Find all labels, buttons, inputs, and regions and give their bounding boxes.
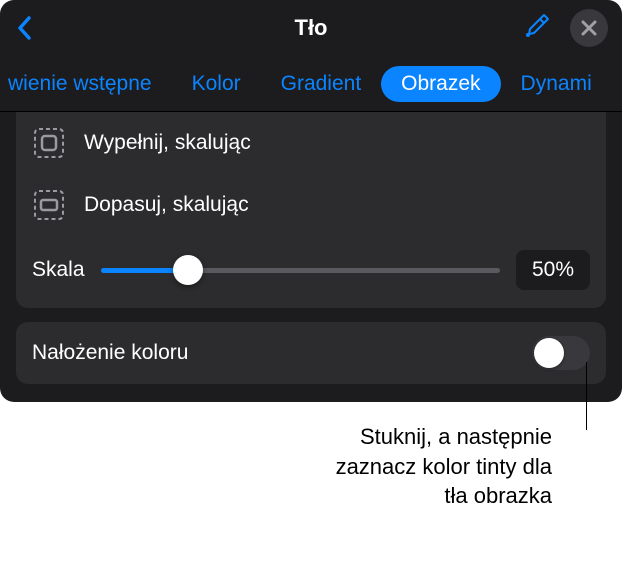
close-button[interactable] <box>570 9 608 47</box>
scale-options-card: Wypełnij, skalując Dopasuj, skalując Ska… <box>16 112 606 308</box>
switch-knob <box>534 338 564 368</box>
header: Tło <box>0 0 622 56</box>
tab-dynamic[interactable]: Dynami <box>501 66 598 102</box>
tab-bar: wienie wstępne Kolor Gradient Obrazek Dy… <box>0 56 622 112</box>
color-overlay-switch[interactable] <box>532 336 590 370</box>
callout: Stuknij, a następnie zaznacz kolor tinty… <box>0 422 552 511</box>
header-actions <box>522 9 608 47</box>
color-overlay-row: Nałożenie koloru <box>16 322 606 384</box>
option-fill-scale[interactable]: Wypełnij, skalując <box>16 112 606 174</box>
scale-value[interactable]: 50% <box>516 250 590 290</box>
scale-label: Skala <box>32 258 85 282</box>
fill-scale-icon <box>32 126 66 160</box>
callout-text-1: Stuknij, a następnie <box>0 422 552 452</box>
callout-text-3: tła obrazka <box>0 481 552 511</box>
color-overlay-label: Nałożenie koloru <box>32 341 188 365</box>
tab-gradient[interactable]: Gradient <box>261 66 382 102</box>
content: Wypełnij, skalując Dopasuj, skalując Ska… <box>0 112 622 402</box>
scale-row: Skala 50% <box>16 236 606 308</box>
slider-knob[interactable] <box>173 255 203 285</box>
background-panel: Tło wienie wstępne Kolor Gradient Obraze… <box>0 0 622 402</box>
tab-preset[interactable]: wienie wstępne <box>2 66 172 102</box>
back-button[interactable] <box>16 15 34 41</box>
scale-slider[interactable] <box>101 258 500 282</box>
fit-scale-icon <box>32 188 66 222</box>
tab-image[interactable]: Obrazek <box>381 66 500 102</box>
callout-text-2: zaznacz kolor tinty dla <box>0 452 552 482</box>
eyedropper-button[interactable] <box>522 11 552 46</box>
tab-color[interactable]: Kolor <box>172 66 261 102</box>
page-title: Tło <box>295 15 328 41</box>
option-fit-scale[interactable]: Dopasuj, skalując <box>16 174 606 236</box>
callout-leader-line <box>586 362 587 430</box>
color-overlay-card: Nałożenie koloru <box>16 322 606 384</box>
option-fit-scale-label: Dopasuj, skalując <box>84 193 249 217</box>
option-fill-scale-label: Wypełnij, skalując <box>84 131 251 155</box>
